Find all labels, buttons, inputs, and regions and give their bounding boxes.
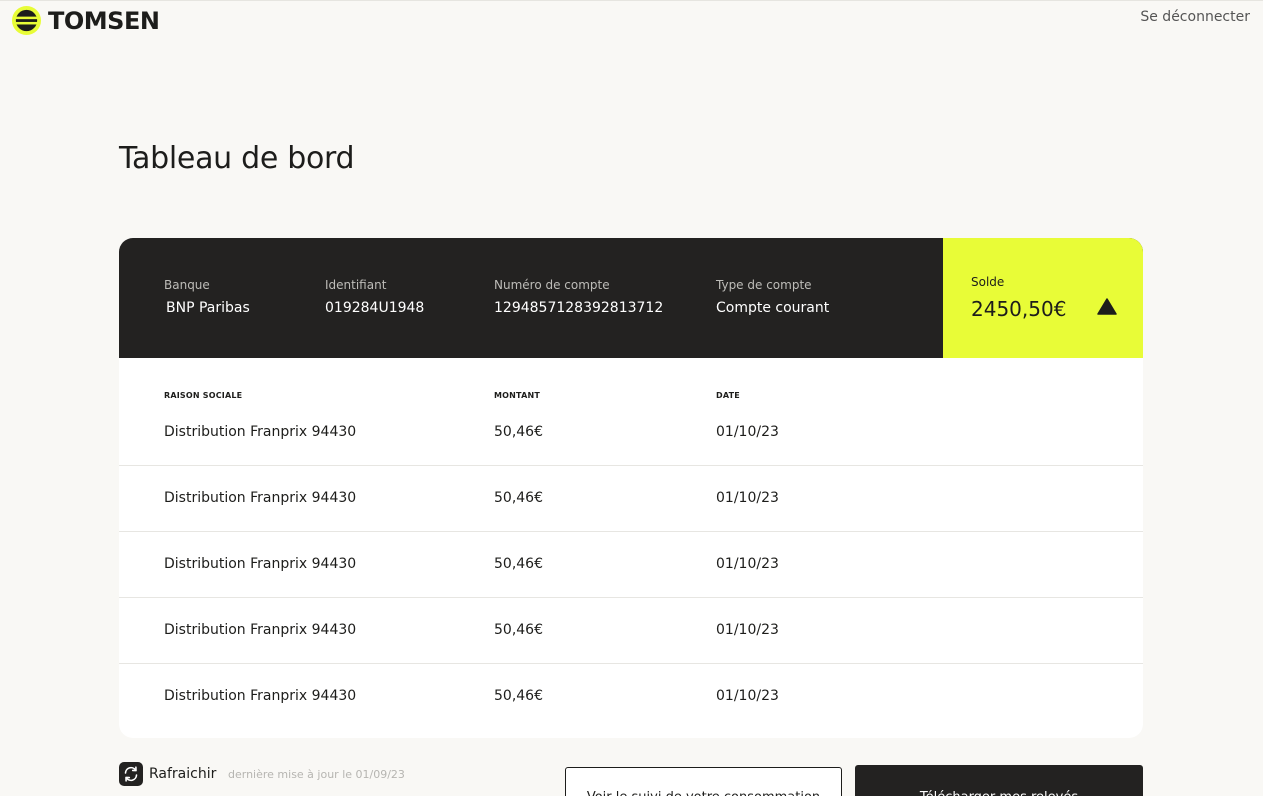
- account-summary: Banque BNP Paribas Identifiant 019284U19…: [119, 238, 1143, 358]
- date-cell: 01/10/23: [716, 556, 779, 572]
- account-number-field: Numéro de compte 1294857128392813712: [494, 278, 663, 316]
- table-row: Distribution Franprix 94430 50,46€ 01/10…: [119, 664, 1143, 730]
- table-row: Distribution Franprix 94430 50,46€ 01/10…: [119, 400, 1143, 466]
- table-row: Distribution Franprix 94430 50,46€ 01/10…: [119, 532, 1143, 598]
- logo[interactable]: TOMSEN: [11, 5, 160, 36]
- triangle-up-icon: [1097, 298, 1117, 315]
- balance-label: Solde: [971, 275, 1005, 289]
- amount-cell: 50,46€: [494, 490, 543, 506]
- bank-field: Banque BNP Paribas: [164, 278, 250, 316]
- top-divider: [0, 0, 1263, 1]
- refresh-label: Rafraichir: [149, 766, 217, 782]
- company-cell: Distribution Franprix 94430: [164, 490, 357, 506]
- company-cell: Distribution Franprix 94430: [164, 424, 357, 440]
- balance-value: 2450,50€: [971, 297, 1067, 321]
- company-cell: Distribution Franprix 94430: [164, 556, 357, 572]
- balance-panel: Solde 2450,50€: [943, 238, 1143, 358]
- bank-label: Banque: [164, 278, 210, 292]
- identifier-label: Identifiant: [325, 278, 387, 292]
- company-cell: Distribution Franprix 94430: [164, 688, 357, 704]
- refresh-icon: [119, 762, 143, 786]
- account-type-label: Type de compte: [716, 278, 812, 292]
- account-type-field: Type de compte Compte courant: [716, 278, 829, 316]
- amount-cell: 50,46€: [494, 424, 543, 440]
- column-header-amount: MONTANT: [494, 391, 541, 400]
- account-number-label: Numéro de compte: [494, 278, 610, 292]
- identifier-field: Identifiant 019284U1948: [325, 278, 424, 316]
- date-cell: 01/10/23: [716, 490, 779, 506]
- date-cell: 01/10/23: [716, 424, 779, 440]
- account-type-value: Compte courant: [716, 300, 830, 316]
- column-header-company: RAISON SOCIALE: [164, 391, 243, 400]
- logo-text: TOMSEN: [48, 6, 160, 35]
- column-header-date: DATE: [716, 391, 740, 400]
- account-number-value: 1294857128392813712: [494, 300, 664, 316]
- download-statements-button[interactable]: Télécharger mes relevés: [855, 765, 1143, 796]
- refresh-button[interactable]: Rafraichir: [119, 762, 216, 786]
- amount-cell: 50,46€: [494, 688, 543, 704]
- logout-link[interactable]: Se déconnecter: [1140, 9, 1250, 25]
- date-cell: 01/10/23: [716, 688, 779, 704]
- view-consumption-button[interactable]: Voir le suivi de votre consommation: [565, 767, 842, 796]
- table-row: Distribution Franprix 94430 50,46€ 01/10…: [119, 598, 1143, 664]
- company-cell: Distribution Franprix 94430: [164, 622, 357, 638]
- globe-logo-icon: [11, 5, 42, 36]
- date-cell: 01/10/23: [716, 622, 779, 638]
- account-card: Banque BNP Paribas Identifiant 019284U19…: [119, 238, 1143, 738]
- last-update-text: dernière mise à jour le 01/09/23: [228, 768, 405, 781]
- amount-cell: 50,46€: [494, 556, 543, 572]
- identifier-value: 019284U1948: [325, 300, 425, 316]
- page-title: Tableau de bord: [119, 141, 355, 176]
- bank-value: BNP Paribas: [166, 300, 250, 316]
- table-row: Distribution Franprix 94430 50,46€ 01/10…: [119, 466, 1143, 532]
- amount-cell: 50,46€: [494, 622, 543, 638]
